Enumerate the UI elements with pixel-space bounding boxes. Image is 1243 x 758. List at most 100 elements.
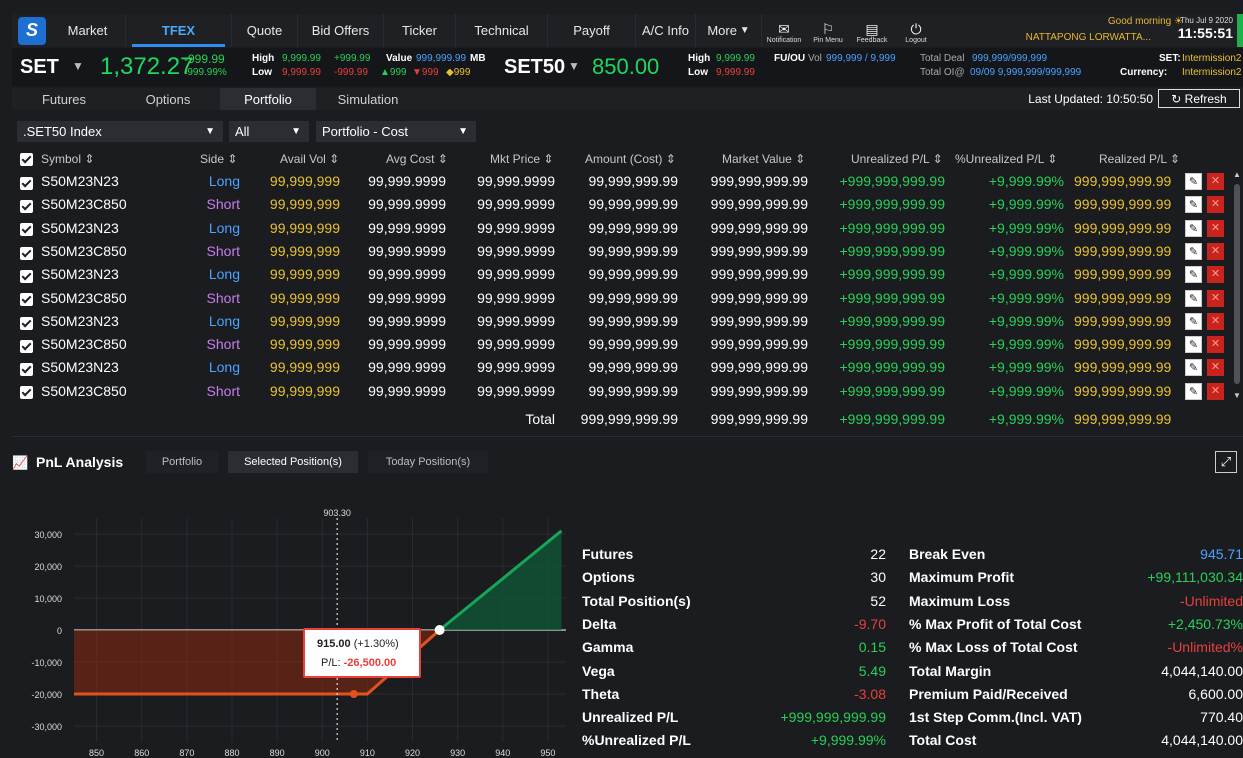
symbol[interactable]: S50M23N23: [41, 266, 119, 282]
table-scrollbar[interactable]: ▲ ▼: [1232, 170, 1242, 400]
table-row[interactable]: S50M23C850 Short 99,999,999 99,999.9999 99,9…: [12, 193, 1230, 216]
tab-portfolio[interactable]: Portfolio: [220, 88, 316, 110]
stat-value: +9,999.99%: [810, 732, 886, 749]
pnl-tab-today[interactable]: Today Position(s): [368, 451, 488, 473]
user-name[interactable]: NATTAPONG LORWATTA...: [1026, 32, 1151, 43]
close-icon[interactable]: ✕: [1207, 196, 1224, 214]
edit-icon[interactable]: ✎: [1185, 336, 1202, 354]
pnl-payoff-chart[interactable]: 30,000 20,000 10,000 0 -10,000 -20,000 -30,000…: [12, 500, 572, 758]
edit-icon[interactable]: ✎: [1185, 289, 1202, 307]
row-checkbox[interactable]: [20, 337, 33, 353]
table-row[interactable]: S50M23C850 Short 99,999,999 99,999.9999 99,9…: [12, 287, 1230, 310]
edit-icon[interactable]: ✎: [1185, 312, 1202, 330]
table-row[interactable]: S50M23C850 Short 99,999,999 99,999.9999 99,9…: [12, 240, 1230, 263]
nav-quote[interactable]: Quote: [232, 14, 298, 47]
nav-technical[interactable]: Technical: [456, 14, 548, 47]
table-row[interactable]: S50M23C850 Short 99,999,999 99,999.9999 99,9…: [12, 333, 1230, 356]
table-row[interactable]: S50M23N23 Long 99,999,999 99,999.9999 99,999…: [12, 170, 1230, 193]
symbol[interactable]: S50M23C850: [41, 196, 127, 212]
app-logo[interactable]: S: [18, 16, 46, 45]
close-icon[interactable]: ✕: [1207, 382, 1224, 400]
nav-tfex[interactable]: TFEX: [126, 14, 232, 47]
col-symbol[interactable]: Symbol ⇕: [41, 152, 94, 166]
symbol[interactable]: S50M23C850: [41, 383, 127, 399]
bookmark-button[interactable]: ⚐ Pin Menu: [806, 21, 850, 44]
row-checkbox[interactable]: [20, 384, 33, 400]
row-checkbox[interactable]: [20, 197, 33, 214]
set-dropdown-icon[interactable]: ▼: [72, 59, 84, 73]
set50-dropdown-icon[interactable]: ▼: [568, 59, 580, 73]
col-side[interactable]: Side ⇕: [200, 152, 237, 166]
edit-icon[interactable]: ✎: [1185, 219, 1202, 237]
index-select[interactable]: .SET50 Index ▼: [17, 121, 223, 142]
row-checkbox[interactable]: [20, 314, 33, 330]
edit-icon[interactable]: ✎: [1185, 242, 1202, 260]
pnl-title: PnL Analysis: [36, 454, 124, 470]
tab-options[interactable]: Options: [116, 88, 220, 110]
table-row[interactable]: S50M23N23 Long 99,999,999 99,999.9999 99,999…: [12, 356, 1230, 379]
col-unrealized-pl[interactable]: Unrealized P/L ⇕: [851, 152, 943, 166]
symbol[interactable]: S50M23N23: [41, 173, 119, 189]
nav-payoff[interactable]: Payoff: [548, 14, 636, 47]
tab-simulation[interactable]: Simulation: [316, 88, 420, 110]
y-tick-label: -20,000: [31, 690, 62, 700]
table-row[interactable]: S50M23C850 Short 99,999,999 99,999.9999 99,9…: [12, 380, 1230, 403]
edit-icon[interactable]: ✎: [1185, 382, 1202, 400]
close-icon[interactable]: ✕: [1207, 312, 1224, 330]
close-icon[interactable]: ✕: [1207, 242, 1224, 260]
close-icon[interactable]: ✕: [1207, 173, 1224, 190]
nav-ac-info[interactable]: A/C Info: [636, 14, 696, 47]
refresh-button[interactable]: ↻ Refresh: [1158, 89, 1240, 108]
side-select[interactable]: All ▼: [229, 121, 309, 142]
row-checkbox[interactable]: [20, 244, 33, 260]
tab-futures[interactable]: Futures: [12, 88, 116, 110]
power-button[interactable]: ⏻ Logout: [894, 21, 938, 44]
table-row[interactable]: S50M23N23 Long 99,999,999 99,999.9999 99,999…: [12, 217, 1230, 240]
symbol[interactable]: S50M23N23: [41, 359, 119, 375]
row-checkbox[interactable]: [20, 174, 33, 190]
nav-bid-offers[interactable]: Bid Offers: [298, 14, 384, 47]
row-checkbox[interactable]: [20, 221, 33, 237]
symbol[interactable]: S50M23C850: [41, 290, 127, 306]
nav-market[interactable]: Market: [50, 14, 126, 47]
side: Long: [208, 173, 240, 189]
stat-label: Theta: [582, 685, 620, 702]
col-pct-unrealized-pl[interactable]: %Unrealized P/L ⇕: [955, 152, 1057, 166]
symbol[interactable]: S50M23N23: [41, 313, 119, 329]
chat-button[interactable]: ▤ Feedback: [850, 21, 894, 44]
avail-vol: 99,999,999: [269, 382, 340, 399]
edit-icon[interactable]: ✎: [1185, 196, 1202, 214]
edit-icon[interactable]: ✎: [1185, 173, 1202, 190]
table-row[interactable]: S50M23N23 Long 99,999,999 99,999.9999 99,999…: [12, 263, 1230, 286]
col-realized-pl[interactable]: Realized P/L ⇕: [1099, 152, 1180, 166]
symbol[interactable]: S50M23C850: [41, 243, 127, 259]
symbol[interactable]: S50M23N23: [41, 220, 119, 236]
table-row[interactable]: S50M23N23 Long 99,999,999 99,999.9999 99,999…: [12, 310, 1230, 333]
amount-cost: 99,999,999.99: [588, 266, 678, 283]
pnl-tab-portfolio[interactable]: Portfolio: [146, 451, 218, 473]
col-mkt-price[interactable]: Mkt Price ⇕: [490, 152, 553, 166]
close-icon[interactable]: ✕: [1207, 289, 1224, 307]
close-icon[interactable]: ✕: [1207, 336, 1224, 354]
edit-icon[interactable]: ✎: [1185, 266, 1202, 284]
close-icon[interactable]: ✕: [1207, 266, 1224, 284]
row-checkbox[interactable]: [20, 291, 33, 307]
close-icon[interactable]: ✕: [1207, 359, 1224, 377]
col-amount-cost[interactable]: Amount (Cost) ⇕: [585, 152, 676, 166]
col-avg-cost[interactable]: Avg Cost ⇕: [386, 152, 448, 166]
row-checkbox[interactable]: [20, 267, 33, 283]
pnl-tab-selected[interactable]: Selected Position(s): [228, 451, 358, 473]
nav-more[interactable]: More ▼: [696, 14, 762, 47]
select-all-checkbox[interactable]: [20, 152, 33, 167]
col-avail-vol[interactable]: Avail Vol ⇕: [280, 152, 339, 166]
nav-ticker[interactable]: Ticker: [384, 14, 456, 47]
col-market-value[interactable]: Market Value ⇕: [722, 152, 805, 166]
mail-button[interactable]: ✉ Notification: [762, 21, 806, 44]
set-change: -999.99: [184, 52, 225, 66]
edit-icon[interactable]: ✎: [1185, 359, 1202, 377]
close-icon[interactable]: ✕: [1207, 219, 1224, 237]
symbol[interactable]: S50M23C850: [41, 336, 127, 352]
expand-icon[interactable]: ⤢: [1215, 451, 1237, 473]
row-checkbox[interactable]: [20, 360, 33, 377]
mode-select[interactable]: Portfolio - Cost ▼: [316, 121, 476, 142]
